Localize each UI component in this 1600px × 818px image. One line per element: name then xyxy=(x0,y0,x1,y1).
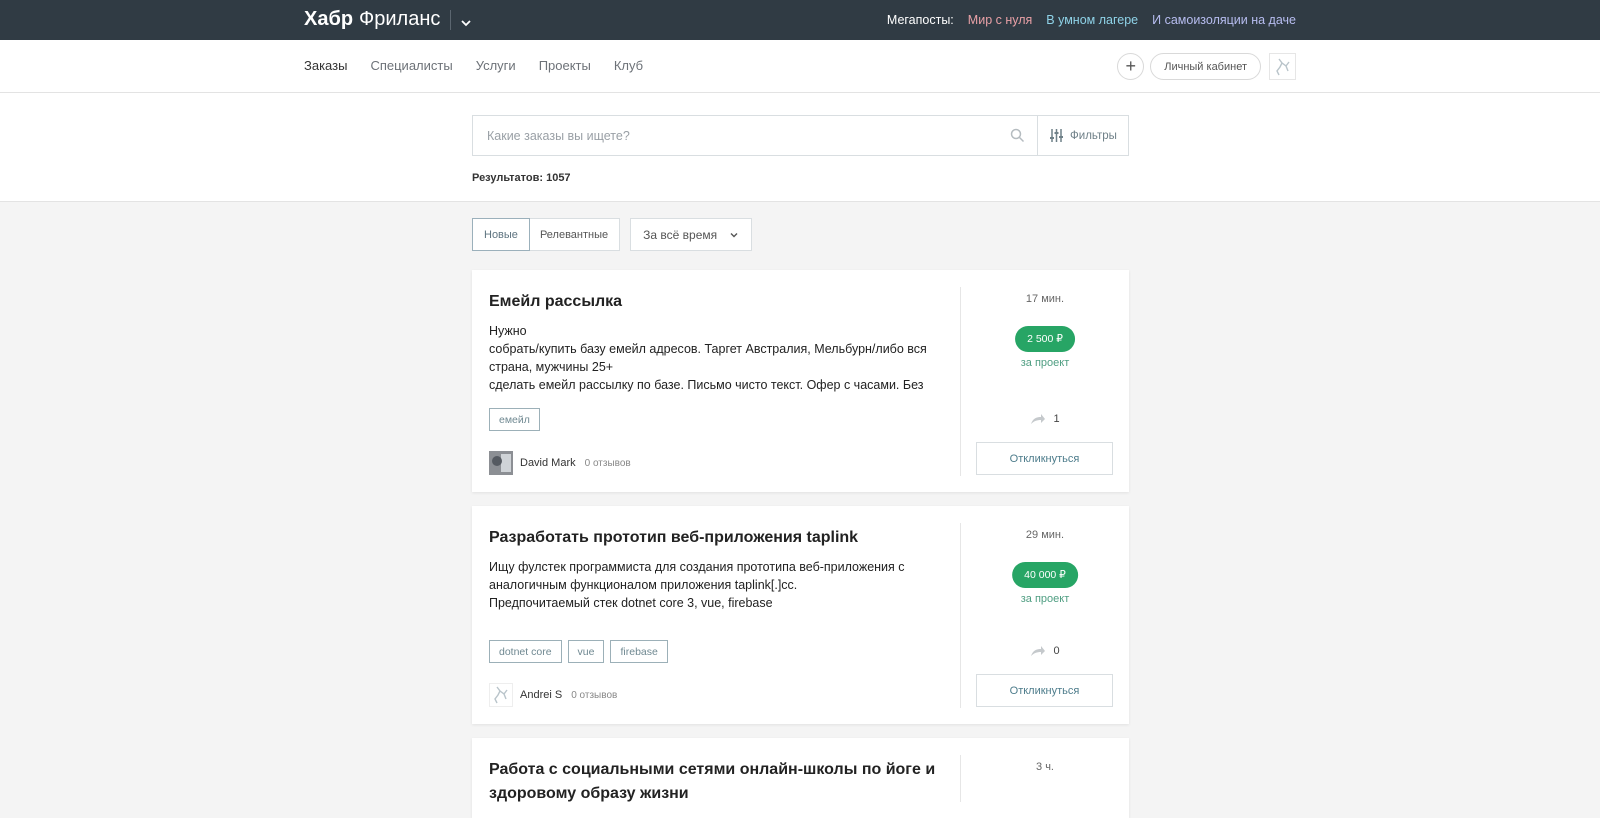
search-icon[interactable] xyxy=(1010,128,1025,146)
share-arrow-icon xyxy=(1031,414,1046,424)
chevron-down-icon xyxy=(730,232,738,237)
sort-controls: Новые Релевантные За всё время xyxy=(472,218,753,251)
responses-value: 0 xyxy=(1053,645,1060,657)
logo-separator xyxy=(450,9,452,30)
add-button[interactable]: + xyxy=(1117,53,1145,80)
respond-button[interactable]: Откликнуться xyxy=(976,674,1113,707)
task-author: Andrei S 0 отзывов xyxy=(489,683,617,707)
filters-icon xyxy=(1050,129,1064,142)
task-card: Емейл рассылка Нужно собрать/купить базу… xyxy=(472,270,1129,492)
tag[interactable]: dotnet core xyxy=(489,640,562,663)
task-tags: dotnet core vue firebase xyxy=(489,640,668,663)
author-reviews: 0 отзывов xyxy=(571,689,618,701)
price-badge: 2 500 ₽ xyxy=(1015,326,1075,352)
tag[interactable]: firebase xyxy=(610,640,668,663)
task-time: 3 ч. xyxy=(1036,761,1054,773)
task-title[interactable]: Работа с социальными сетями онлайн-школы… xyxy=(489,758,939,806)
task-card: Разработать прототип веб-приложения tapl… xyxy=(472,506,1129,724)
author-avatar[interactable] xyxy=(489,451,513,475)
tab-orders[interactable]: Заказы xyxy=(304,58,347,73)
sort-toggle: Новые Релевантные xyxy=(472,218,621,251)
user-avatar[interactable] xyxy=(1269,53,1296,80)
task-time: 29 мин. xyxy=(1025,529,1065,541)
task-tags: емейл xyxy=(489,408,540,431)
avatar-placeholder-icon xyxy=(1275,58,1290,75)
respond-button[interactable]: Откликнуться xyxy=(976,442,1113,475)
task-title[interactable]: Разработать прототип веб-приложения tapl… xyxy=(489,526,939,550)
sort-relevant-button[interactable]: Релевантные xyxy=(529,219,619,250)
logo-bold: Хабр xyxy=(304,8,354,30)
nav-actions: + Личный кабинет xyxy=(1117,53,1296,80)
task-title[interactable]: Емейл рассылка xyxy=(489,290,939,314)
responses-value: 1 xyxy=(1053,413,1060,425)
cabinet-button[interactable]: Личный кабинет xyxy=(1150,53,1261,80)
tab-specialists[interactable]: Специалисты xyxy=(370,58,452,73)
sort-new-button[interactable]: Новые xyxy=(472,218,530,251)
price-unit: за проект xyxy=(1020,357,1070,369)
filters-button[interactable]: Фильтры xyxy=(1037,116,1128,155)
logo-light: Фриланс xyxy=(359,8,441,30)
site-logo[interactable]: Хабр Фриланс xyxy=(304,8,473,31)
task-author: David Mark 0 отзывов xyxy=(489,451,631,475)
period-label: За всё время xyxy=(643,227,718,242)
author-name[interactable]: Andrei S xyxy=(520,689,562,701)
chevron-down-icon[interactable] xyxy=(459,13,473,27)
megapost-link[interactable]: И самоизоляции на даче xyxy=(1152,13,1296,27)
price-unit: за проект xyxy=(1020,593,1070,605)
period-select[interactable]: За всё время xyxy=(630,218,753,251)
price-badge: 40 000 ₽ xyxy=(1012,562,1078,588)
top-bar: Хабр Фриланс Мегапосты: Мир с нуля В умн… xyxy=(0,0,1600,40)
megapost-link[interactable]: В умном лагере xyxy=(1046,13,1138,27)
responses-count: 1 xyxy=(961,413,1129,425)
tag[interactable]: vue xyxy=(567,640,605,663)
main-nav: Заказы Специалисты Услуги Проекты Клуб +… xyxy=(0,40,1600,93)
tab-services[interactable]: Услуги xyxy=(476,58,516,73)
megaposts: Мегапосты: Мир с нуля В умном лагере И с… xyxy=(887,13,1296,27)
author-avatar[interactable] xyxy=(489,683,513,707)
task-card: Работа с социальными сетями онлайн-школы… xyxy=(472,738,1129,818)
task-description: Нужно собрать/купить базу емейл адресов.… xyxy=(489,324,927,392)
megaposts-label: Мегапосты: xyxy=(886,13,954,27)
search-box: Какие заказы вы ищете? Фильтры xyxy=(472,115,1129,156)
filters-label: Фильтры xyxy=(1070,129,1117,142)
task-time: 17 мин. xyxy=(1025,293,1065,305)
author-name[interactable]: David Mark xyxy=(520,457,576,469)
task-description: Ищу фулстек программиста для создания пр… xyxy=(489,560,905,610)
search-input[interactable]: Какие заказы вы ищете? xyxy=(473,116,1037,155)
tag[interactable]: емейл xyxy=(489,408,540,431)
results-count: Результатов: 1057 xyxy=(472,172,571,184)
search-section: Какие заказы вы ищете? Фильтры Результат… xyxy=(0,93,1600,202)
tab-projects[interactable]: Проекты xyxy=(539,58,591,73)
avatar-placeholder-icon xyxy=(494,686,508,704)
search-placeholder: Какие заказы вы ищете? xyxy=(487,128,630,143)
megapost-link[interactable]: Мир с нуля xyxy=(968,13,1032,27)
author-reviews: 0 отзывов xyxy=(584,457,631,469)
share-arrow-icon xyxy=(1031,646,1046,656)
responses-count: 0 xyxy=(961,645,1129,657)
nav-tabs: Заказы Специалисты Услуги Проекты Клуб xyxy=(304,58,643,73)
tab-club[interactable]: Клуб xyxy=(614,58,643,73)
